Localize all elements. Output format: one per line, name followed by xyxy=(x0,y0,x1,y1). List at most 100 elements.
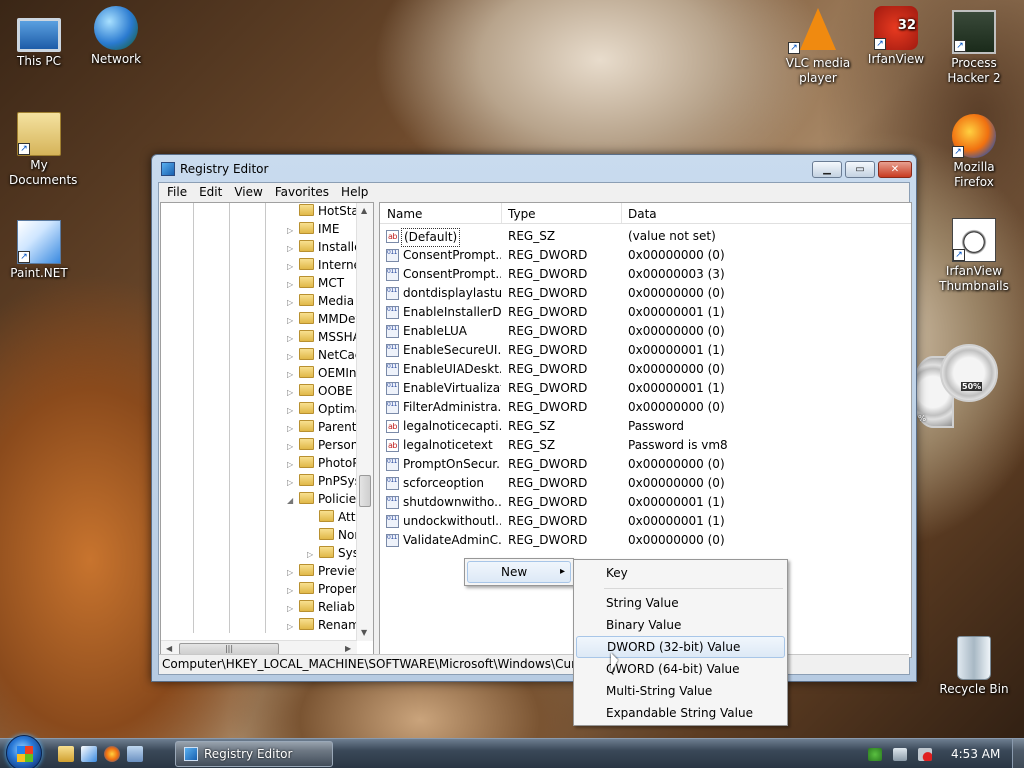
cpu-meter-gadget[interactable]: 50% xyxy=(940,344,998,402)
scroll-left-arrow-icon[interactable]: ◀ xyxy=(166,644,172,653)
value-row[interactable]: 011 110 ConsentPrompt... REG_DWORD 0x000000… xyxy=(380,265,900,284)
value-row[interactable]: 011 110 EnableLUA REG_DWORD 0x00000000 (0) xyxy=(380,322,900,341)
tree-vertical-scrollbar[interactable]: ▲ ▼ xyxy=(356,203,373,641)
context-menu-new[interactable]: New ▸ xyxy=(467,561,571,583)
desktop-icon-irfanview-thumbnails[interactable]: ↗ IrfanView Thumbnails xyxy=(934,218,1014,294)
tree-node-label: Installe xyxy=(318,240,362,254)
tree-node[interactable]: ▷ OEMInf xyxy=(287,364,361,382)
tree-node[interactable]: ▷ Optima xyxy=(287,400,362,418)
menu-file[interactable]: File xyxy=(161,183,193,202)
submenu-item-binary-value[interactable]: Binary Value xyxy=(576,614,785,636)
submenu-item-key[interactable]: Key xyxy=(576,562,785,584)
menu-view[interactable]: View xyxy=(228,183,268,202)
tree-node[interactable]: ▷ MCT xyxy=(287,274,344,292)
tree-node[interactable]: ◢ Policies xyxy=(287,490,362,508)
tree-node[interactable]: ▷ OOBE xyxy=(287,382,353,400)
start-button[interactable] xyxy=(6,735,42,768)
value-row[interactable]: 011 110 scforceoption REG_DWORD 0x00000000 … xyxy=(380,474,900,493)
tree-node[interactable]: ▷ Parenta xyxy=(287,418,364,436)
value-row[interactable]: 011 110 EnableUIADeskt... REG_DWORD 0x00000… xyxy=(380,360,900,379)
tree-node-label: NetCac xyxy=(318,348,362,362)
value-row[interactable]: ab (Default) REG_SZ (value not set) xyxy=(380,227,900,247)
desktop-icon-firefox[interactable]: ↗ Mozilla Firefox xyxy=(934,114,1014,190)
submenu-item-string-value[interactable]: String Value xyxy=(576,592,785,614)
registry-tree[interactable]: HotStar ▷ IME ▷ Installe ▷ Interne ▷ MCT ▷ Media (… xyxy=(160,202,374,658)
value-row[interactable]: 011 110 undockwithoutl... REG_DWORD 0x00000… xyxy=(380,512,900,531)
tree-node[interactable]: Atta xyxy=(307,508,363,526)
submenu-item-expandable-string-value[interactable]: Expandable String Value xyxy=(576,702,785,724)
column-header-name[interactable]: Name xyxy=(387,207,422,221)
tree-vertical-scroll-thumb[interactable] xyxy=(359,475,371,507)
value-row[interactable]: ab legalnoticecapti... REG_SZ Password xyxy=(380,417,900,436)
tree-node[interactable]: Nor xyxy=(307,526,359,544)
desktop-icon-vlc[interactable]: ↗ VLC media player xyxy=(778,8,858,86)
desktop-icon-irfanview[interactable]: 32 ↗ IrfanView xyxy=(856,6,936,67)
tree-expander-icon[interactable]: ◢ xyxy=(287,492,297,510)
monitor-quicklaunch-icon[interactable] xyxy=(127,746,143,762)
desktop-icon-process-hacker[interactable]: ↗ Process Hacker 2 xyxy=(934,10,1014,86)
column-separator[interactable] xyxy=(621,203,622,223)
column-separator[interactable] xyxy=(501,203,502,223)
value-row[interactable]: 011 110 dontdisplaylastu... REG_DWORD 0x000… xyxy=(380,284,900,303)
string-value-icon: ab xyxy=(386,420,399,433)
taskbar-clock[interactable]: 4:53 AM xyxy=(951,747,1000,761)
desktop-icon-my-documents[interactable]: ↗ My Documents xyxy=(0,112,79,188)
scroll-up-arrow-icon[interactable]: ▲ xyxy=(361,206,367,215)
tree-node[interactable]: ▷ Person xyxy=(287,436,358,454)
title-bar[interactable]: Registry Editor ▁ ▭ ✕ xyxy=(152,155,916,182)
tree-node[interactable]: ▷ NetCac xyxy=(287,346,361,364)
explorer-quicklaunch-icon[interactable] xyxy=(58,746,74,762)
show-desktop-button[interactable] xyxy=(1012,739,1024,768)
desktop-icon-recycle-bin[interactable]: Recycle Bin xyxy=(934,636,1014,697)
value-row[interactable]: 011 110 ValidateAdminC... REG_DWORD 0x00000… xyxy=(380,531,900,550)
menu-favorites[interactable]: Favorites xyxy=(269,183,335,202)
desktop-icon-network[interactable]: Network xyxy=(76,6,156,67)
desktop-icon-paintnet[interactable]: ↗ Paint.NET xyxy=(0,220,79,281)
action-center-icon[interactable] xyxy=(868,748,882,761)
value-row[interactable]: 011 110 shutdownwitho... REG_DWORD 0x000000… xyxy=(380,493,900,512)
tree-node[interactable]: ▷ Reliabi xyxy=(287,598,358,616)
tree-node[interactable]: ▷ Interne xyxy=(287,256,361,274)
maximize-button[interactable]: ▭ xyxy=(845,161,875,178)
value-row[interactable]: 011 110 EnableVirtualizat... REG_DWORD 0x00… xyxy=(380,379,900,398)
value-row[interactable]: 011 110 PromptOnSecur... REG_DWORD 0x000000… xyxy=(380,455,900,474)
tree-node[interactable]: HotStar xyxy=(287,203,364,220)
firefox-quicklaunch-icon[interactable] xyxy=(104,746,120,762)
tree-node[interactable]: ▷ Media ( xyxy=(287,292,363,310)
column-header-type[interactable]: Type xyxy=(508,207,536,221)
tree-expander-icon[interactable]: ▷ xyxy=(287,618,297,636)
taskbar-button-registry-editor[interactable]: Registry Editor xyxy=(175,741,333,767)
desktop-icon-this-pc[interactable]: This PC xyxy=(0,10,79,69)
value-data: Password xyxy=(628,419,685,433)
tree-node[interactable]: ▷ MMDev xyxy=(287,310,362,328)
submenu-item-dword-32-bit-value[interactable]: DWORD (32-bit) Value xyxy=(576,636,785,658)
value-row[interactable]: 011 110 FilterAdministra... REG_DWORD 0x000… xyxy=(380,398,900,417)
value-row[interactable]: 011 110 EnableSecureUI... REG_DWORD 0x00000… xyxy=(380,341,900,360)
tree-node[interactable]: ▷ PhotoP xyxy=(287,454,359,472)
paintnet-quicklaunch-icon[interactable] xyxy=(81,746,97,762)
column-header-data[interactable]: Data xyxy=(628,207,657,221)
scroll-down-arrow-icon[interactable]: ▼ xyxy=(361,628,367,637)
menu-help[interactable]: Help xyxy=(335,183,374,202)
tree-node[interactable]: ▷ Renam xyxy=(287,616,360,634)
submenu-item-multi-string-value[interactable]: Multi-String Value xyxy=(576,680,785,702)
volume-muted-icon[interactable] xyxy=(918,748,932,761)
tree-node[interactable]: ▷ IME xyxy=(287,220,339,238)
tree-node[interactable]: ▷ Installe xyxy=(287,238,362,256)
value-type: REG_DWORD xyxy=(508,248,588,262)
scroll-right-arrow-icon[interactable]: ▶ xyxy=(345,644,351,653)
network-tray-icon[interactable] xyxy=(893,748,907,761)
tree-node[interactable]: ▷ Propert xyxy=(287,580,362,598)
minimize-button[interactable]: ▁ xyxy=(812,161,842,178)
value-row[interactable]: 011 110 ConsentPrompt... REG_DWORD 0x000000… xyxy=(380,246,900,265)
tree-node[interactable]: ▷ MSSHA xyxy=(287,328,361,346)
value-data: 0x00000000 (0) xyxy=(628,476,725,490)
tree-node[interactable]: ▷ Preview xyxy=(287,562,365,580)
tree-node[interactable]: ▷ PnPSys xyxy=(287,472,361,490)
value-row[interactable]: 011 110 EnableInstallerD... REG_DWORD 0x000… xyxy=(380,303,900,322)
value-row[interactable]: ab legalnoticetext REG_SZ Password is vm8 xyxy=(380,436,900,455)
menu-edit[interactable]: Edit xyxy=(193,183,228,202)
registry-editor-window[interactable]: Registry Editor ▁ ▭ ✕ File Edit View Fav… xyxy=(151,154,917,682)
submenu-item-qword-64-bit-value[interactable]: QWORD (64-bit) Value xyxy=(576,658,785,680)
close-button[interactable]: ✕ xyxy=(878,161,912,178)
